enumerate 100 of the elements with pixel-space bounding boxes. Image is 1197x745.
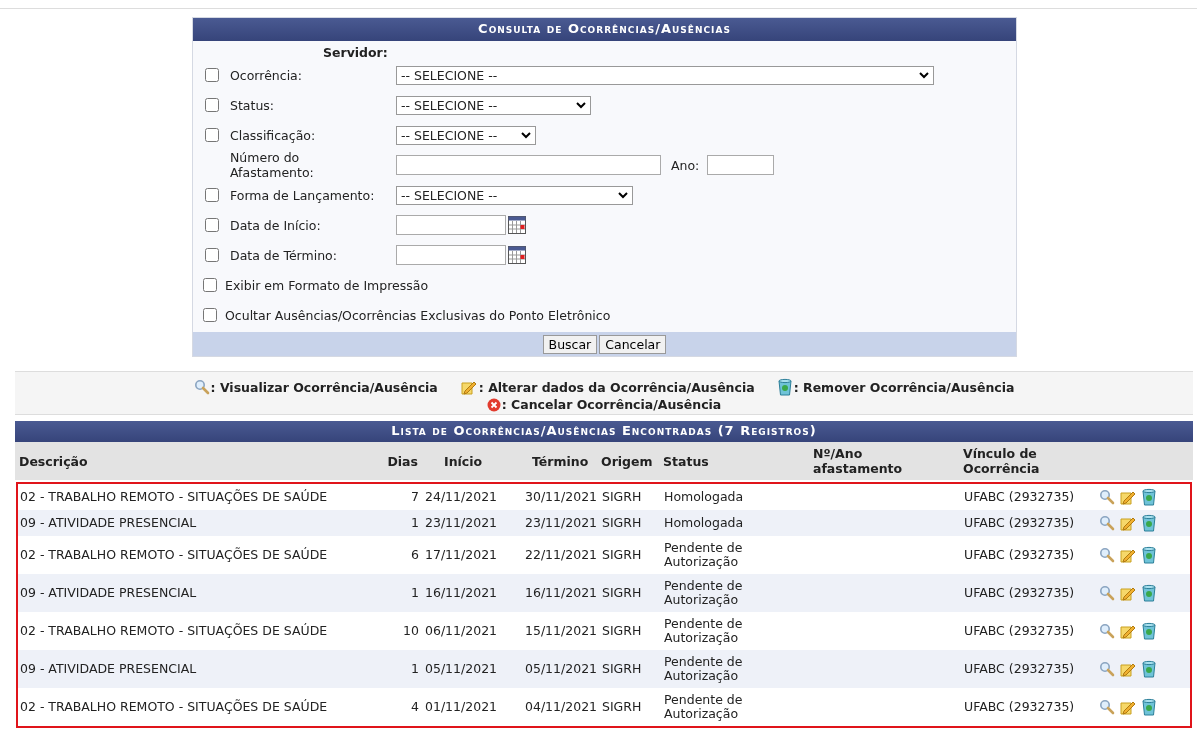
column-header: Descrição	[19, 453, 89, 469]
magnifier-icon	[193, 379, 210, 395]
table-cell-text: SIGRH	[602, 662, 643, 676]
field-label: Ano:	[671, 157, 700, 173]
field-label: Data de Início:	[230, 217, 322, 233]
table-cell-text: 06/11/2021	[425, 624, 499, 638]
checkbox[interactable]	[204, 218, 219, 232]
legend-label: : Alterar dados da Ocorrência/Ausência	[478, 379, 755, 395]
table-cell-text: SIGRH	[602, 548, 643, 562]
table-cell-text: 01/11/2021	[425, 700, 499, 714]
table-cell-text: Pendente de Autorização	[664, 541, 744, 569]
magnifier-icon[interactable]	[1099, 699, 1115, 715]
form-button[interactable]: Cancelar	[599, 335, 667, 354]
table-cell-text: UFABC (2932735)	[964, 548, 1076, 562]
column-header: Dias	[386, 453, 419, 469]
magnifier-icon[interactable]	[1099, 489, 1115, 505]
table-cell-text: SIGRH	[602, 624, 643, 638]
table-cell-text: 24/11/2021	[425, 490, 499, 504]
input-field[interactable]	[707, 155, 775, 175]
table-cell-text: Pendente de Autorização	[664, 693, 744, 721]
chevron-down-icon[interactable]	[919, 71, 929, 79]
option-label: Ocultar Ausências/Ocorrências Exclusivas do Ponto Eletrônico	[225, 307, 611, 323]
table-cell-text: UFABC (2932735)	[964, 516, 1076, 530]
table-cell-text: UFABC (2932735)	[964, 624, 1076, 638]
table-cell-text: 02 - TRABALHO REMOTO - SITUAÇÕES DE SAÚDE	[20, 624, 329, 638]
table-cell-text: Homologada	[664, 490, 745, 504]
select-field[interactable]: -- SELECIONE --	[396, 125, 536, 145]
table-cell-text: 10	[402, 624, 420, 638]
table-cell-text: 23/11/2021	[425, 516, 499, 530]
table-cell-text: 09 - ATIVIDADE PRESENCIAL	[20, 516, 198, 530]
column-header: Início	[443, 453, 484, 469]
table-cell-text: 05/11/2021	[525, 662, 599, 676]
table-cell-text: Pendente de Autorização	[664, 617, 744, 645]
magnifier-icon[interactable]	[1099, 515, 1115, 531]
checkbox[interactable]	[204, 68, 219, 82]
chevron-down-icon[interactable]	[618, 191, 628, 199]
field-label: Ocorrência:	[230, 67, 303, 83]
trash-can-icon	[776, 378, 793, 396]
magnifier-icon[interactable]	[1099, 661, 1115, 677]
select-field[interactable]: -- SELECIONE --	[396, 65, 934, 85]
table-cell-text: 22/11/2021	[525, 548, 599, 562]
trash-can-icon[interactable]	[1141, 514, 1157, 532]
date-field[interactable]	[396, 215, 506, 235]
trash-can-icon[interactable]	[1141, 698, 1157, 716]
table-cell-text: UFABC (2932735)	[964, 490, 1076, 504]
trash-can-icon[interactable]	[1141, 622, 1157, 640]
magnifier-icon[interactable]	[1099, 547, 1115, 563]
checkbox[interactable]	[204, 188, 219, 202]
table-cell-text: 1	[410, 662, 420, 676]
chevron-down-icon[interactable]	[521, 131, 531, 139]
table-cell-text: 1	[410, 516, 420, 530]
form-button[interactable]: Buscar	[542, 335, 598, 354]
table-cell-text: 04/11/2021	[525, 700, 599, 714]
trash-can-icon[interactable]	[1141, 488, 1157, 506]
table-cell-text: 23/11/2021	[525, 516, 599, 530]
calendar-icon[interactable]	[508, 216, 526, 234]
table-cell-text: SIGRH	[602, 490, 643, 504]
table-cell-text: Homologada	[664, 516, 745, 530]
magnifier-icon[interactable]	[1099, 623, 1115, 639]
table-cell-text: 6	[410, 548, 420, 562]
magnifier-icon[interactable]	[1099, 585, 1115, 601]
checkbox[interactable]	[204, 128, 219, 142]
column-header: Nº/Ano afastamento	[813, 446, 904, 476]
table-cell-text: 02 - TRABALHO REMOTO - SITUAÇÕES DE SAÚDE	[20, 490, 329, 504]
table-cell-text: 02 - TRABALHO REMOTO - SITUAÇÕES DE SAÚDE	[20, 548, 329, 562]
select-field[interactable]: -- SELECIONE --	[396, 95, 591, 115]
field-label: Número do Afastamento:	[230, 150, 315, 180]
table-cell-text: UFABC (2932735)	[964, 586, 1076, 600]
cancel-icon	[486, 397, 501, 412]
table-cell-text: 16/11/2021	[525, 586, 599, 600]
table-cell-text: SIGRH	[602, 516, 643, 530]
trash-can-icon[interactable]	[1141, 584, 1157, 602]
table-cell-text: UFABC (2932735)	[964, 662, 1076, 676]
table-cell-text: 30/11/2021	[525, 490, 599, 504]
table-cell-text: Pendente de Autorização	[664, 579, 744, 607]
trash-can-icon[interactable]	[1141, 660, 1157, 678]
table-cell-text: 05/11/2021	[425, 662, 499, 676]
option-label: Exibir em Formato de Impressão	[225, 277, 429, 293]
table-cell-text: SIGRH	[602, 700, 643, 714]
legend-label: : Visualizar Ocorrência/Ausência	[210, 379, 438, 395]
table-cell-text: 17/11/2021	[425, 548, 499, 562]
field-label: Forma de Lançamento:	[230, 187, 376, 203]
checkbox[interactable]	[204, 98, 219, 112]
checkbox[interactable]	[204, 248, 219, 262]
table-cell-text: 15/11/2021	[525, 624, 599, 638]
table-cell-text: UFABC (2932735)	[964, 700, 1076, 714]
checkbox[interactable]	[203, 278, 217, 292]
date-field[interactable]	[396, 245, 506, 265]
table-cell-text: 09 - ATIVIDADE PRESENCIAL	[20, 662, 198, 676]
table-title: Lista de Ocorrências/Ausências Encontradas (7 Registros)	[15, 421, 1193, 442]
chevron-down-icon[interactable]	[576, 101, 586, 109]
field-label: Servidor:	[323, 45, 388, 60]
checkbox[interactable]	[203, 308, 217, 322]
legend-label: : Remover Ocorrência/Ausência	[793, 379, 1015, 395]
table-cell-text: SIGRH	[602, 586, 643, 600]
table-cell-text: 7	[410, 490, 420, 504]
select-field[interactable]: -- SELECIONE --	[396, 185, 633, 205]
trash-can-icon[interactable]	[1141, 546, 1157, 564]
input-field[interactable]	[396, 155, 661, 175]
calendar-icon[interactable]	[508, 246, 526, 264]
